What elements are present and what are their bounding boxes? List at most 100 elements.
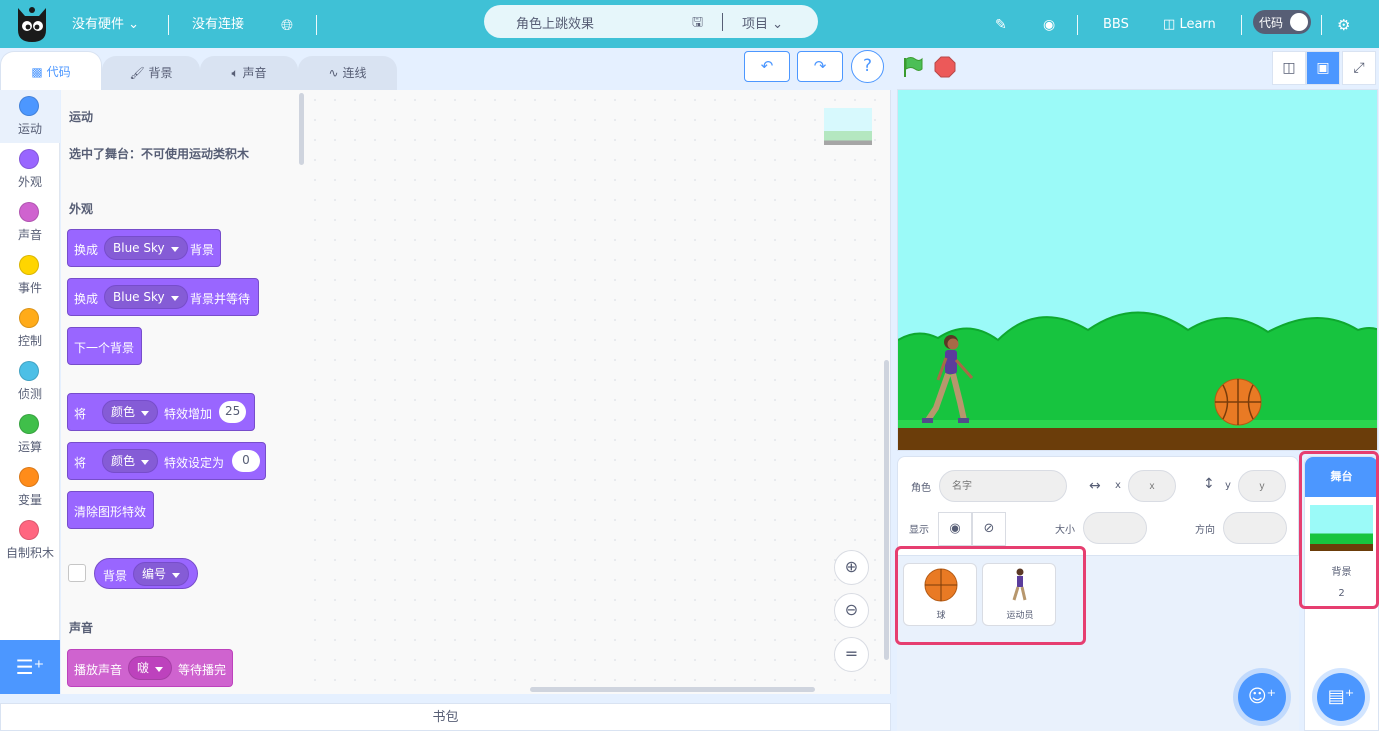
connection-menu[interactable]: 没有连接: [192, 0, 244, 48]
palette-scrollbar[interactable]: [299, 93, 304, 165]
help-button[interactable]: ?: [851, 50, 884, 83]
script-area[interactable]: [305, 90, 891, 694]
category-operators[interactable]: 运算: [0, 408, 60, 461]
redo-button[interactable]: ↷: [797, 51, 843, 82]
backdrop-dropdown[interactable]: Blue Sky: [104, 236, 188, 260]
learn-link[interactable]: ◫ Learn: [1163, 0, 1216, 48]
x-position-input[interactable]: [1128, 470, 1176, 502]
effect-dropdown[interactable]: 颜色: [102, 449, 159, 473]
settings-gear-icon[interactable]: ⚙︎: [1337, 0, 1350, 48]
code-mode-toggle[interactable]: 代码: [1253, 10, 1311, 34]
x-label: x: [1115, 480, 1121, 491]
add-backdrop-button[interactable]: ▤⁺: [1317, 673, 1365, 721]
hide-sprite-button[interactable]: ⊘: [972, 512, 1006, 546]
highlight-box-stage: [1299, 451, 1379, 609]
category-control[interactable]: 控制: [0, 302, 60, 355]
category-sensing[interactable]: 侦测: [0, 355, 60, 408]
project-divider: [722, 13, 723, 31]
category-variables[interactable]: 变量: [0, 461, 60, 514]
zoom-in-button[interactable]: ⊕: [834, 550, 869, 585]
script-horizontal-scrollbar[interactable]: [530, 687, 815, 692]
sound-dropdown[interactable]: 啵: [128, 656, 173, 680]
hardware-menu[interactable]: 没有硬件 ⌄: [72, 0, 139, 48]
tab-sounds[interactable]: 🔈︎ 声音: [200, 56, 298, 90]
block-text: 背景: [190, 243, 215, 257]
bbs-link[interactable]: BBS: [1103, 0, 1129, 48]
fullscreen-button[interactable]: ⤢: [1342, 51, 1376, 85]
undo-button[interactable]: ↶: [744, 51, 790, 82]
save-icon[interactable]: 🖫︎: [692, 13, 703, 35]
block-text: 将: [74, 456, 87, 470]
category-my-blocks[interactable]: 自制积木: [0, 514, 60, 567]
normal-stage-button[interactable]: ▣: [1306, 51, 1340, 85]
block-clear-effects[interactable]: 清除图形特效: [67, 491, 154, 529]
add-sprite-button[interactable]: ☺⁺: [1238, 673, 1286, 721]
block-text: 等待播完: [178, 663, 227, 677]
backdrop-property-dropdown[interactable]: 编号: [133, 562, 190, 586]
effect-amount-input[interactable]: 25: [219, 401, 247, 423]
block-switch-backdrop-wait[interactable]: 换成 Blue Sky 背景并等待: [67, 278, 259, 316]
show-label: 显示: [909, 525, 929, 536]
block-change-effect[interactable]: 将 颜色 特效增加 25: [67, 393, 255, 431]
backpack-bar[interactable]: 书包: [0, 703, 891, 731]
stage-thumbnail: [824, 108, 872, 145]
edit-pencil-icon[interactable]: ✎: [995, 0, 1007, 48]
tab-backdrops[interactable]: 🖌︎ 背景: [102, 56, 200, 90]
toggle-knob: [1290, 13, 1308, 31]
tab-code[interactable]: ▩ 代码: [0, 51, 102, 90]
category-menu: 运动 外观 声音 事件 控制 侦测 运算 变量 自制积木: [0, 90, 60, 694]
block-backdrop-number[interactable]: 背景 编号: [94, 558, 198, 589]
category-motion[interactable]: 运动: [0, 90, 60, 143]
effect-dropdown[interactable]: 颜色: [102, 400, 159, 424]
backdrop-dropdown[interactable]: Blue Sky: [104, 285, 188, 309]
camera-icon[interactable]: ◉: [1043, 0, 1055, 48]
block-set-effect[interactable]: 将 颜色 特效设定为 0: [67, 442, 266, 480]
small-stage-button[interactable]: ◫: [1272, 51, 1306, 85]
stage-canvas[interactable]: [897, 89, 1378, 451]
stop-icon[interactable]: [934, 56, 956, 78]
zoom-reset-button[interactable]: =: [834, 637, 869, 672]
horizontal-arrows-icon: ↔: [1089, 478, 1101, 494]
cat-logo-icon[interactable]: [12, 4, 52, 44]
menu-divider: [1077, 15, 1078, 35]
globe-icon[interactable]: 🌐︎: [281, 0, 293, 48]
category-sound[interactable]: 声音: [0, 196, 60, 249]
motion-color-dot: [19, 96, 39, 116]
block-palette: 运动 选中了舞台：不可使用运动类积木 外观 换成 Blue Sky 背景 换成 …: [61, 90, 305, 694]
hardware-label: 没有硬件: [72, 17, 125, 32]
redo-icon: ↷: [813, 57, 827, 75]
size-input[interactable]: [1083, 512, 1147, 544]
menu-divider: [1241, 15, 1242, 35]
block-text: 播放声音: [74, 663, 123, 677]
category-events[interactable]: 事件: [0, 249, 60, 302]
project-title[interactable]: 角色上跳效果: [516, 13, 594, 32]
tab-backdrops-label: 背景: [148, 66, 173, 80]
menu-divider: [316, 15, 317, 35]
sprite-name-input[interactable]: [939, 470, 1067, 502]
basketball-sprite[interactable]: [1214, 378, 1262, 426]
category-label: 运算: [17, 440, 42, 454]
category-label: 运动: [17, 122, 42, 136]
script-vertical-scrollbar[interactable]: [884, 360, 889, 660]
tab-wiring[interactable]: ∿ 连线: [298, 56, 397, 90]
block-switch-backdrop[interactable]: 换成 Blue Sky 背景: [67, 229, 221, 267]
reporter-checkbox[interactable]: [68, 564, 86, 582]
category-label: 自制积木: [5, 546, 54, 560]
category-looks[interactable]: 外观: [0, 143, 60, 196]
zoom-out-button[interactable]: ⊖: [834, 593, 869, 628]
menu-divider: [1321, 15, 1322, 35]
green-flag-icon[interactable]: [902, 56, 924, 78]
add-extension-button[interactable]: ☰⁺: [0, 640, 60, 694]
direction-input[interactable]: [1223, 512, 1287, 544]
control-color-dot: [19, 308, 39, 328]
y-label: y: [1225, 480, 1231, 491]
image-plus-icon: ▤⁺: [1327, 686, 1355, 707]
block-play-sound-until-done[interactable]: 播放声音 啵 等待播完: [67, 649, 233, 687]
y-position-input[interactable]: [1238, 470, 1286, 502]
brush-icon: 🖌︎: [129, 66, 145, 80]
effect-value-input[interactable]: 0: [232, 450, 260, 472]
show-sprite-button[interactable]: ◉: [938, 512, 972, 546]
project-menu[interactable]: 项目 ⌄: [742, 13, 783, 32]
category-label: 外观: [17, 175, 42, 189]
block-next-backdrop[interactable]: 下一个背景: [67, 327, 142, 365]
